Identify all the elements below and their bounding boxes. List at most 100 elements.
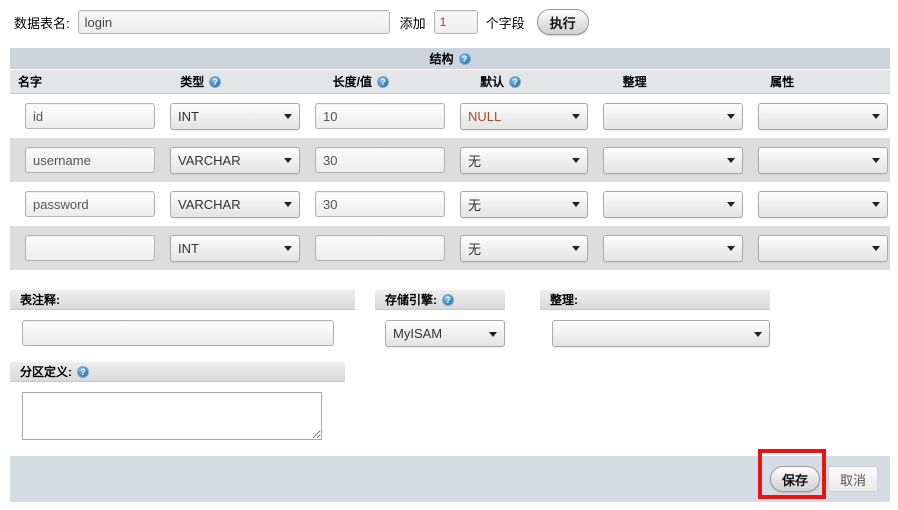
help-icon[interactable] — [77, 365, 89, 378]
fields-unit-label: 个字段 — [485, 15, 525, 31]
chevron-down-icon — [872, 246, 880, 251]
cancel-button[interactable]: 取消 — [827, 466, 878, 492]
field-name-cell — [10, 103, 155, 129]
field-attributes-select[interactable] — [758, 190, 888, 218]
field-name-input[interactable] — [25, 147, 155, 173]
field-name-input[interactable] — [25, 235, 155, 261]
field-default-value: NULL — [468, 108, 502, 124]
field-length-input[interactable] — [315, 191, 445, 217]
field-collation-select[interactable] — [603, 190, 743, 218]
field-default-cell: 无 — [445, 146, 588, 174]
add-fields-count-input[interactable] — [433, 10, 478, 34]
field-default-select[interactable]: 无 — [460, 234, 588, 262]
field-collation-select[interactable] — [603, 146, 743, 174]
table-row: VARCHAR 无 — [10, 138, 890, 182]
table-name-input[interactable] — [77, 10, 390, 34]
chevron-down-icon — [754, 331, 762, 337]
field-length-input[interactable] — [315, 147, 445, 173]
column-header-length: 长度/值 — [325, 73, 472, 90]
field-type-cell: INT — [155, 234, 300, 262]
field-default-cell: 无 — [445, 234, 588, 262]
column-header-default: 默认 — [472, 73, 615, 90]
table-collation-select[interactable] — [552, 320, 770, 347]
field-length-cell — [300, 191, 445, 217]
field-length-cell — [300, 147, 445, 173]
field-name-input[interactable] — [25, 103, 155, 129]
chevron-down-icon — [872, 158, 880, 163]
table-collation-label: 整理: — [550, 293, 578, 307]
field-attributes-cell — [743, 102, 888, 130]
chevron-down-icon — [284, 158, 292, 163]
help-icon[interactable] — [209, 75, 222, 88]
partition-definition-textarea[interactable] — [22, 392, 322, 440]
field-default-value: 无 — [468, 197, 482, 213]
field-collation-cell — [588, 190, 743, 218]
go-button[interactable]: 执行 — [536, 9, 589, 35]
field-collation-select[interactable] — [603, 102, 743, 130]
chevron-down-icon — [727, 158, 735, 163]
field-collation-select[interactable] — [603, 234, 743, 262]
storage-engine-header: 存储引擎: — [375, 290, 505, 310]
save-button[interactable]: 保存 — [769, 466, 820, 492]
field-type-select[interactable]: VARCHAR — [170, 190, 300, 218]
partition-definition-block: 分区定义: — [10, 362, 345, 443]
field-default-value: 无 — [468, 241, 482, 257]
field-attributes-select[interactable] — [758, 234, 888, 262]
field-type-value: VARCHAR — [178, 152, 241, 168]
field-name-input[interactable] — [25, 191, 155, 217]
field-attributes-select[interactable] — [758, 146, 888, 174]
field-default-value: 无 — [468, 153, 482, 169]
chevron-down-icon — [284, 114, 292, 119]
field-collation-cell — [588, 146, 743, 174]
column-header-collation: 整理 — [615, 73, 762, 90]
field-attributes-cell — [743, 190, 888, 218]
field-default-select[interactable]: 无 — [460, 190, 588, 218]
column-header-default-text: 默认 — [480, 75, 505, 89]
field-type-select[interactable]: VARCHAR — [170, 146, 300, 174]
field-type-select[interactable]: INT — [170, 234, 300, 262]
field-attributes-cell — [743, 146, 888, 174]
field-length-cell — [300, 235, 445, 261]
field-default-cell: 无 — [445, 190, 588, 218]
field-default-select[interactable]: 无 — [460, 146, 588, 174]
field-length-input[interactable] — [315, 103, 445, 129]
save-button-group: 保存 取消 — [757, 449, 878, 499]
field-type-select[interactable]: INT — [170, 102, 300, 130]
structure-section-header: 结构 — [10, 48, 890, 70]
table-comment-input[interactable] — [22, 320, 334, 346]
storage-engine-value: MyISAM — [393, 326, 443, 341]
storage-engine-block: 存储引擎: MyISAM — [375, 290, 505, 347]
field-attributes-select[interactable] — [758, 102, 888, 130]
field-collation-cell — [588, 102, 743, 130]
chevron-down-icon — [284, 202, 292, 207]
table-comment-label: 表注释: — [20, 293, 60, 307]
table-row: VARCHAR 无 — [10, 182, 890, 226]
help-icon[interactable] — [376, 75, 389, 88]
storage-engine-label: 存储引擎: — [385, 293, 437, 307]
chevron-down-icon — [572, 246, 580, 251]
field-name-cell — [10, 235, 155, 261]
help-icon[interactable] — [509, 75, 522, 88]
field-type-value: INT — [178, 240, 199, 256]
chevron-down-icon — [489, 331, 497, 337]
help-icon[interactable] — [458, 52, 471, 65]
table-create-toolbar: 数据表名: 添加 个字段 执行 — [0, 0, 898, 44]
field-length-input[interactable] — [315, 235, 445, 261]
structure-table: 结构 名字 类型 长度/值 默认 整理 属性 — [10, 48, 890, 270]
table-comment-header: 表注释: — [10, 290, 355, 310]
chevron-down-icon — [284, 246, 292, 251]
storage-engine-select[interactable]: MyISAM — [385, 320, 505, 347]
structure-column-headers: 名字 类型 长度/值 默认 整理 属性 — [10, 70, 890, 94]
field-type-cell: INT — [155, 102, 300, 130]
partition-definition-label: 分区定义: — [20, 365, 72, 379]
help-icon[interactable] — [442, 293, 454, 306]
field-type-value: VARCHAR — [178, 196, 241, 212]
column-header-collation-text: 整理 — [622, 75, 647, 89]
field-default-select[interactable]: NULL — [460, 102, 588, 130]
column-header-name-text: 名字 — [18, 75, 43, 89]
chevron-down-icon — [872, 202, 880, 207]
chevron-down-icon — [872, 114, 880, 119]
form-footer: 保存 取消 — [10, 449, 890, 502]
column-header-type: 类型 — [172, 73, 324, 90]
field-name-cell — [10, 147, 155, 173]
